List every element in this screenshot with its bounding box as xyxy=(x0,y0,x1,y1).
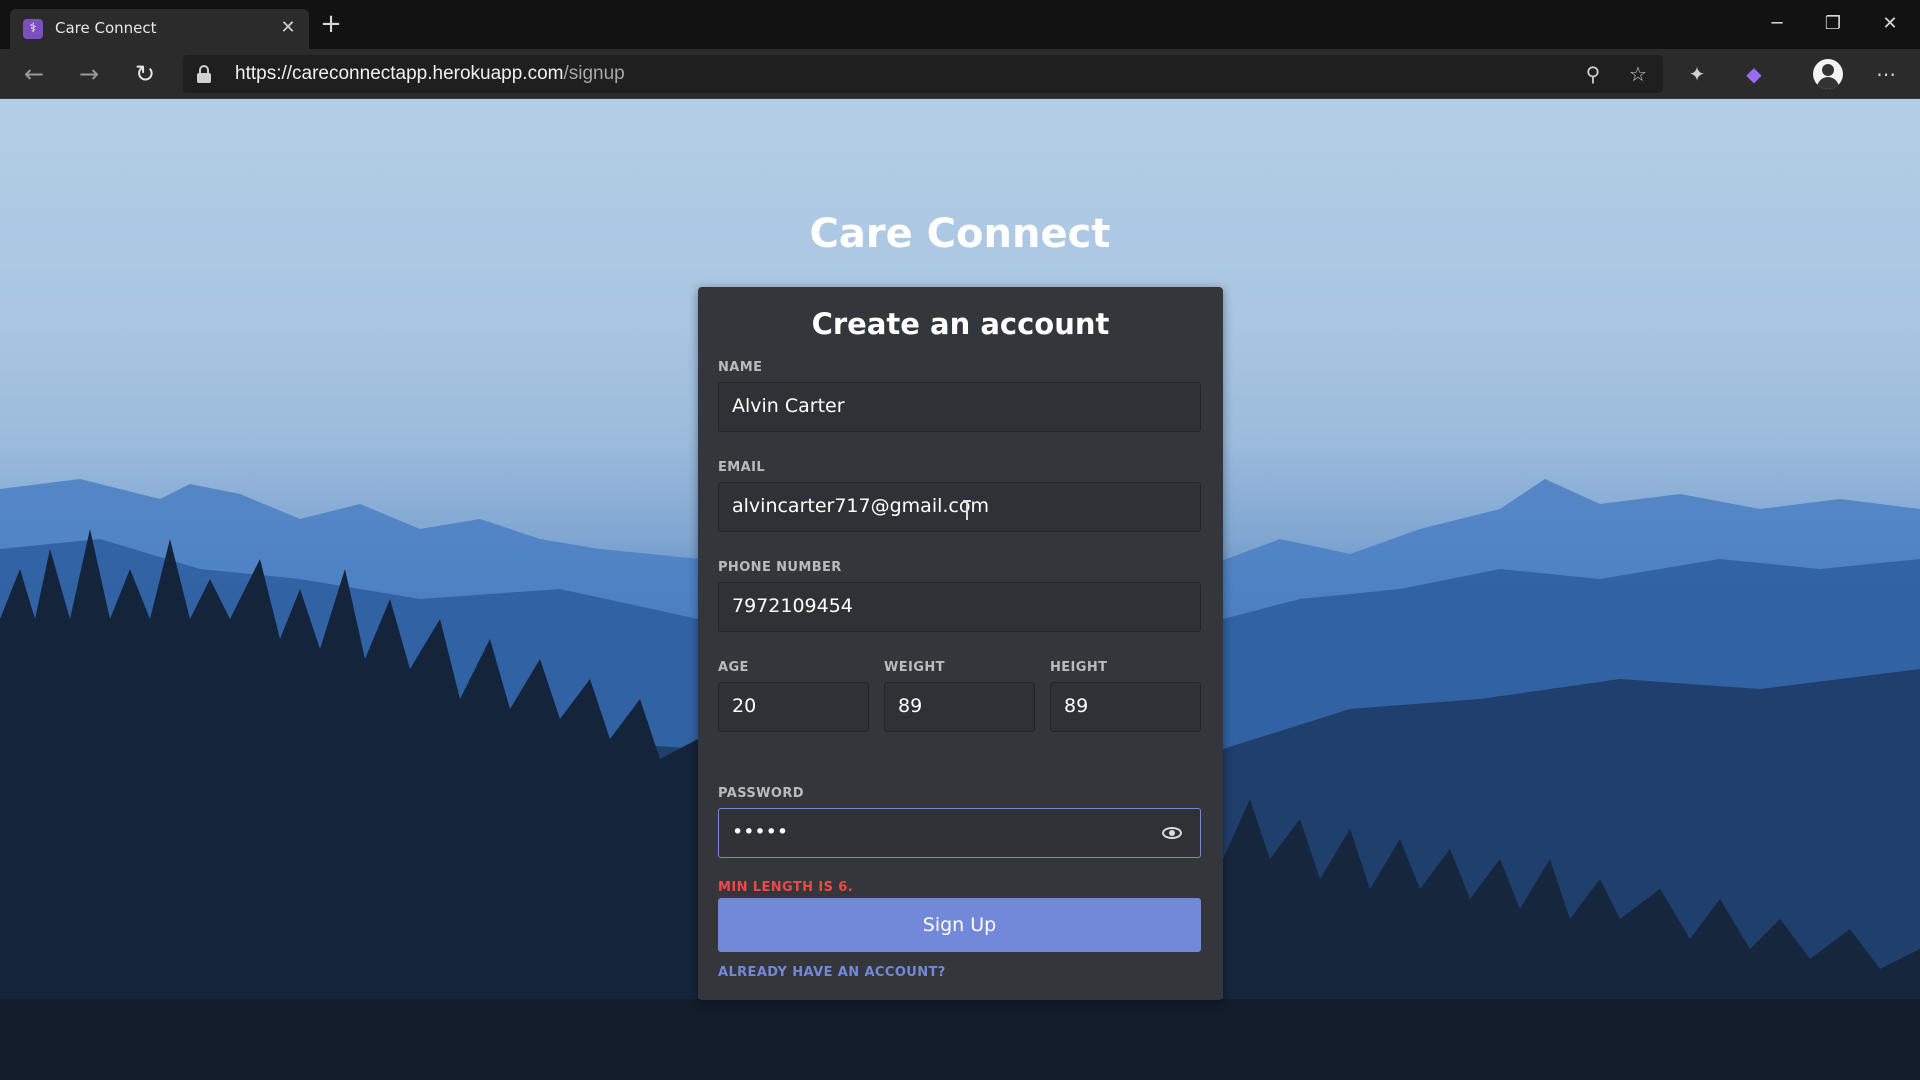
url-path: /signup xyxy=(563,63,625,84)
phone-input[interactable]: 7972109454 xyxy=(718,582,1201,632)
phone-label: PHONE NUMBER xyxy=(718,560,842,575)
login-link[interactable]: ALREADY HAVE AN ACCOUNT? xyxy=(718,965,946,980)
text-cursor-icon xyxy=(963,500,971,520)
weight-label: WEIGHT xyxy=(884,660,945,675)
back-icon[interactable]: ← xyxy=(16,57,52,91)
password-input[interactable]: ••••• xyxy=(718,808,1201,858)
app-title: Care Connect xyxy=(809,211,1111,257)
age-input[interactable]: 20 xyxy=(718,682,869,732)
sign-up-button[interactable]: Sign Up xyxy=(718,898,1201,952)
browser-tab-bar: ⚕ Care Connect ✕ + ─ ❐ ✕ xyxy=(0,0,1920,49)
name-input[interactable]: Alvin Carter xyxy=(718,382,1201,432)
email-label: EMAIL xyxy=(718,460,765,475)
password-label: PASSWORD xyxy=(718,786,804,801)
address-bar[interactable]: https://careconnectapp.herokuapp.com/sig… xyxy=(183,55,1663,93)
form-heading: Create an account xyxy=(811,307,1110,341)
browser-toolbar: ← → ↻ https://careconnectapp.herokuapp.c… xyxy=(0,49,1920,99)
profile-avatar-icon[interactable] xyxy=(1813,59,1843,89)
url-host: https://careconnectapp.herokuapp.com xyxy=(235,63,564,84)
password-value: ••••• xyxy=(732,821,789,843)
url-text[interactable]: https://careconnectapp.herokuapp.com/sig… xyxy=(235,63,625,85)
new-tab-icon[interactable]: + xyxy=(316,10,346,40)
more-menu-icon[interactable]: ⋯ xyxy=(1870,59,1902,89)
collections-icon[interactable]: ◆ xyxy=(1738,59,1770,89)
email-value: alvincarter717@gmail.com xyxy=(732,495,989,517)
tab-close-icon[interactable]: ✕ xyxy=(277,17,299,39)
refresh-icon[interactable]: ↻ xyxy=(127,57,163,91)
age-label: AGE xyxy=(718,660,749,675)
restore-icon[interactable]: ❐ xyxy=(1815,9,1851,39)
eye-icon[interactable] xyxy=(1162,823,1182,843)
tab-title: Care Connect xyxy=(55,19,157,37)
name-label: NAME xyxy=(718,360,763,375)
close-window-icon[interactable]: ✕ xyxy=(1872,9,1908,39)
page-viewport: Care Connect Create an account NAME Alvi… xyxy=(0,99,1920,1080)
app-favicon-icon: ⚕ xyxy=(23,19,43,39)
email-input[interactable]: alvincarter717@gmail.com xyxy=(718,482,1201,532)
password-error: MIN LENGTH IS 6. xyxy=(718,880,854,895)
star-icon[interactable]: ☆ xyxy=(1624,61,1652,87)
minimize-icon[interactable]: ─ xyxy=(1759,9,1795,39)
weight-input[interactable]: 89 xyxy=(884,682,1035,732)
browser-tab[interactable]: ⚕ Care Connect ✕ xyxy=(10,9,309,49)
zoom-icon[interactable]: ⚲ xyxy=(1579,61,1607,87)
forward-icon[interactable]: → xyxy=(71,57,107,91)
height-input[interactable]: 89 xyxy=(1050,682,1201,732)
lock-icon[interactable] xyxy=(197,65,211,83)
extension-icon[interactable]: ✦ xyxy=(1681,59,1713,89)
height-label: HEIGHT xyxy=(1050,660,1108,675)
signup-card: Create an account NAME Alvin Carter EMAI… xyxy=(698,287,1223,1000)
